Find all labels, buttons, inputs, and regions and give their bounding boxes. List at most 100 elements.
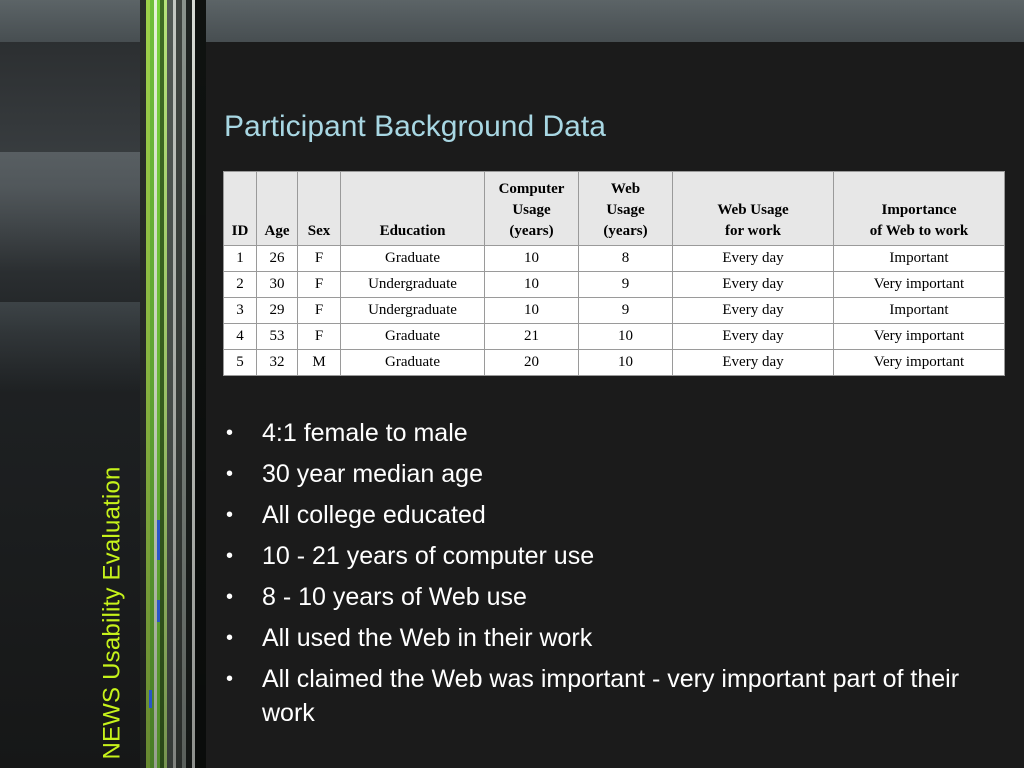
cell-web-usage: 10: [578, 323, 673, 350]
table-row: 2 30 F Undergraduate 10 9 Every day Very…: [223, 271, 1005, 298]
header-sex: Sex: [297, 171, 341, 246]
decorative-stripe-accent: [157, 600, 160, 622]
table-row: 3 29 F Undergraduate 10 9 Every day Impo…: [223, 297, 1005, 324]
photo-highlight: [0, 302, 140, 392]
cell-education: Graduate: [340, 245, 485, 272]
cell-web-usage: 9: [578, 271, 673, 298]
header-line: Importance: [881, 202, 957, 218]
header-web-usage: Web Usage (years): [578, 171, 673, 246]
bullet-dot: •: [226, 668, 234, 690]
header-age: Age: [256, 171, 298, 246]
cell-age: 30: [256, 271, 298, 298]
cell-computer-usage: 10: [484, 245, 579, 272]
cell-age: 29: [256, 297, 298, 324]
cell-age: 53: [256, 323, 298, 350]
bullet-dot: •: [226, 545, 234, 567]
cell-age: 32: [256, 349, 298, 376]
header-line: ID: [231, 223, 249, 239]
decorative-stripe-accent: [149, 690, 152, 708]
bullet-dot: •: [226, 627, 234, 649]
bullet-item: • 8 - 10 years of Web use: [224, 580, 1004, 614]
bullet-list: • 4:1 female to male • 30 year median age …: [224, 416, 1004, 737]
cell-importance: Very important: [833, 349, 1005, 376]
cell-web-usage: 8: [578, 245, 673, 272]
header-line: Usage: [606, 202, 645, 218]
cell-importance: Important: [833, 245, 1005, 272]
bullet-text: 8 - 10 years of Web use: [262, 583, 527, 611]
header-line: Usage: [512, 202, 551, 218]
cell-id: 1: [223, 245, 257, 272]
bullet-text: All claimed the Web was important - very…: [262, 665, 960, 727]
cell-computer-usage: 10: [484, 271, 579, 298]
header-line: of Web to work: [869, 223, 969, 239]
bullet-item: • All used the Web in their work: [224, 621, 1004, 655]
header-line: Education: [379, 223, 446, 239]
bullet-text: 30 year median age: [262, 460, 483, 488]
cell-sex: F: [297, 323, 341, 350]
cell-id: 3: [223, 297, 257, 324]
header-line: Computer: [498, 181, 565, 197]
cell-web-usage-work: Every day: [672, 271, 834, 298]
cell-web-usage: 10: [578, 349, 673, 376]
cell-web-usage: 9: [578, 297, 673, 324]
header-line: Web Usage: [717, 202, 789, 218]
cell-computer-usage: 10: [484, 297, 579, 324]
bullet-text: 4:1 female to male: [262, 419, 468, 447]
header-line: (years): [509, 223, 554, 239]
cell-sex: M: [297, 349, 341, 376]
header-importance: Importance of Web to work: [833, 171, 1005, 246]
header-line: Age: [264, 223, 290, 239]
cell-web-usage-work: Every day: [672, 245, 834, 272]
bullet-item: • 30 year median age: [224, 457, 1004, 491]
cell-education: Undergraduate: [340, 297, 485, 324]
side-caption-container: NEWS Usability Evaluation: [97, 460, 129, 765]
bullet-dot: •: [226, 422, 234, 444]
cell-importance: Very important: [833, 323, 1005, 350]
bullet-text: All used the Web in their work: [262, 624, 593, 652]
bullet-item: • 4:1 female to male: [224, 416, 1004, 450]
cell-web-usage-work: Every day: [672, 349, 834, 376]
cell-education: Graduate: [340, 349, 485, 376]
table-row: 4 53 F Graduate 21 10 Every day Very imp…: [223, 323, 1005, 350]
bullet-text: 10 - 21 years of computer use: [262, 542, 595, 570]
cell-sex: F: [297, 297, 341, 324]
cell-id: 5: [223, 349, 257, 376]
header-line: (years): [603, 223, 648, 239]
cell-sex: F: [297, 245, 341, 272]
bullet-item: • All college educated: [224, 498, 1004, 532]
header-web-usage-work: Web Usage for work: [672, 171, 834, 246]
bullet-dot: •: [226, 463, 234, 485]
side-caption: NEWS Usability Evaluation: [99, 465, 127, 760]
cell-id: 2: [223, 271, 257, 298]
bullet-dot: •: [226, 586, 234, 608]
cell-web-usage-work: Every day: [672, 297, 834, 324]
decorative-stripes-shade: [140, 0, 206, 768]
bullet-item: • 10 - 21 years of computer use: [224, 539, 1004, 573]
cell-web-usage-work: Every day: [672, 323, 834, 350]
header-id: ID: [223, 171, 257, 246]
cell-education: Graduate: [340, 323, 485, 350]
bullet-text: All college educated: [262, 501, 486, 529]
cell-importance: Important: [833, 297, 1005, 324]
table-row: 1 26 F Graduate 10 8 Every day Important: [223, 245, 1005, 272]
cell-age: 26: [256, 245, 298, 272]
participant-table: ID Age Sex Education Computer Usage (yea…: [223, 171, 1005, 376]
header-line: for work: [725, 223, 781, 239]
header-computer-usage: Computer Usage (years): [484, 171, 579, 246]
bullet-item: • All claimed the Web was important - ver…: [224, 662, 1004, 730]
cell-education: Undergraduate: [340, 271, 485, 298]
table-header-row: ID Age Sex Education Computer Usage (yea…: [223, 171, 1005, 246]
bullet-dot: •: [226, 504, 234, 526]
header-education: Education: [340, 171, 485, 246]
cell-computer-usage: 20: [484, 349, 579, 376]
cell-id: 4: [223, 323, 257, 350]
cell-computer-usage: 21: [484, 323, 579, 350]
header-line: Sex: [307, 223, 331, 239]
cell-importance: Very important: [833, 271, 1005, 298]
decorative-stripe-accent: [157, 520, 160, 560]
cell-sex: F: [297, 271, 341, 298]
header-line: Web: [610, 181, 641, 197]
slide-title: Participant Background Data: [224, 110, 606, 143]
table-row: 5 32 M Graduate 20 10 Every day Very imp…: [223, 349, 1005, 376]
photo-highlight: [0, 152, 140, 272]
